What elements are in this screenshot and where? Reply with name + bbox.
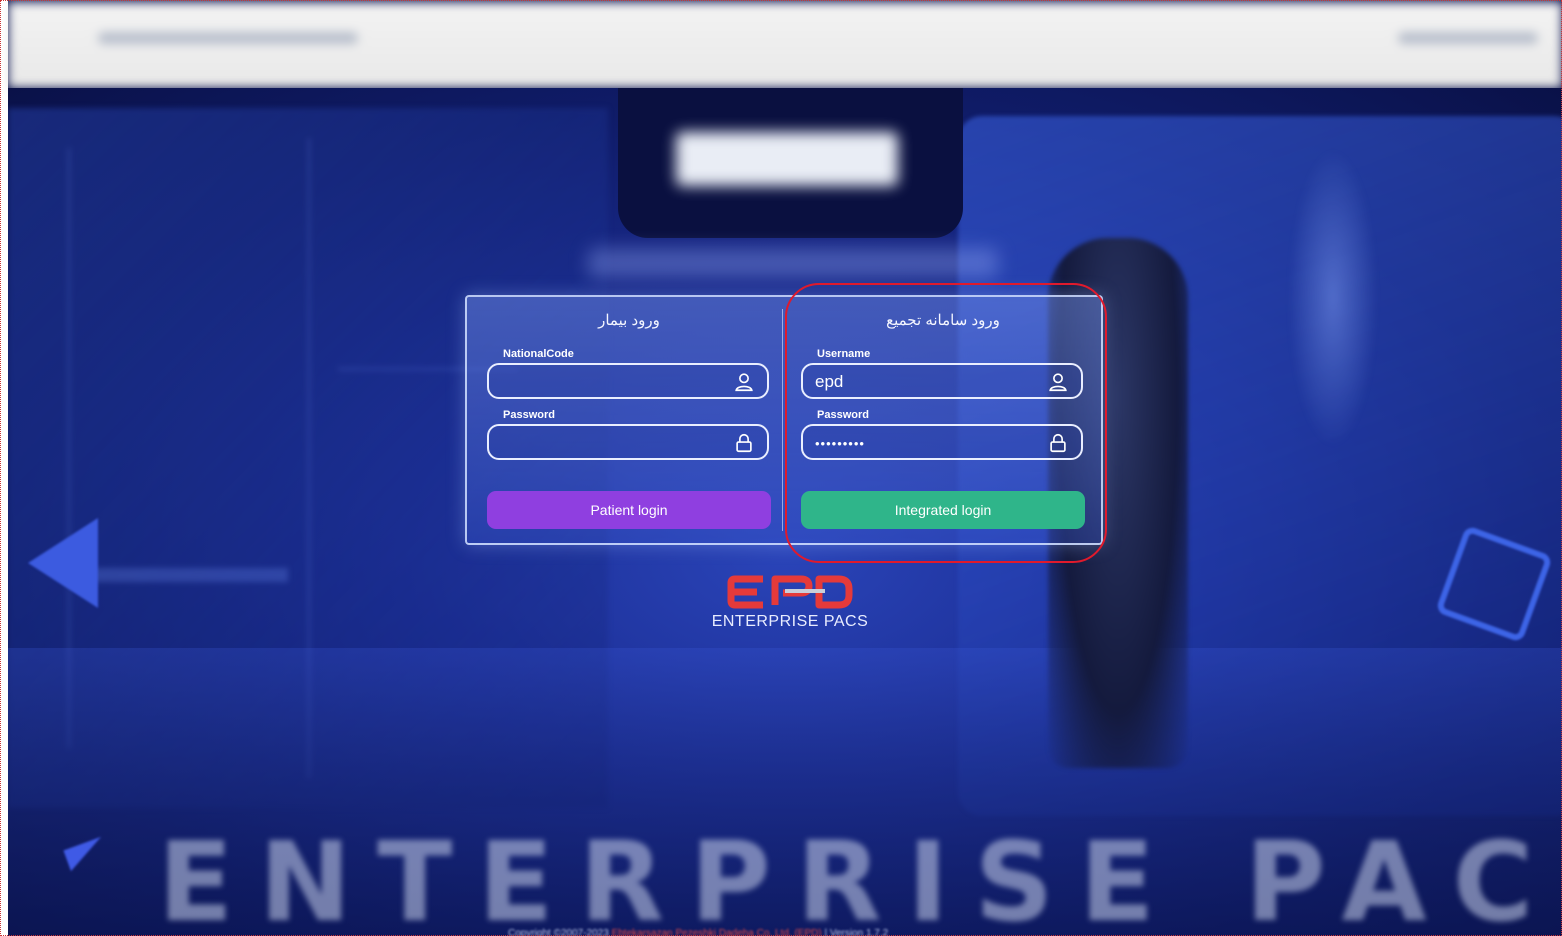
section-divider — [782, 309, 783, 531]
patient-password-label: Password — [503, 409, 555, 421]
anatomy-hologram — [1288, 148, 1378, 448]
brand-block: ENTERPRISE PACS — [700, 575, 880, 631]
integrated-password-field[interactable] — [801, 424, 1083, 460]
lock-icon — [736, 433, 752, 453]
user-icon — [1049, 373, 1067, 392]
brand-product-name: ENTERPRISE PACS — [711, 613, 869, 630]
patient-login-button[interactable]: Patient login — [487, 491, 771, 529]
copyright-company: Ebtekarsazan Pezeshki Dadeha Co. Ltd. (E… — [611, 928, 822, 936]
background-watermark: ENTERPRISE PACS — [158, 818, 1562, 936]
user-icon — [735, 373, 753, 392]
lock-icon — [1050, 433, 1066, 453]
national-code-field[interactable] — [487, 363, 769, 399]
browser-controls-blur — [1398, 32, 1538, 44]
patient-login-title: ورود بیمار — [598, 312, 660, 329]
copyright-version: | Version 1.7.2 — [824, 928, 889, 936]
browser-toolbar — [8, 2, 1562, 88]
page-margin — [0, 0, 8, 936]
username-label: Username — [817, 348, 871, 360]
integrated-login-section: ورود سامانه تجمیع Username Password Inte… — [799, 297, 1099, 547]
footer-copyright: Copyright ©2007-2023 Ebtekarsazan Pezesh… — [508, 928, 928, 936]
username-field[interactable] — [801, 363, 1083, 399]
integrated-password-input[interactable] — [813, 431, 1037, 455]
patient-login-section: ورود بیمار NationalCode Password Patient… — [485, 297, 785, 547]
decor-triangle-left — [28, 518, 98, 608]
patient-password-input[interactable] — [499, 431, 723, 455]
national-code-label: NationalCode — [503, 348, 574, 360]
browser-address-blur — [98, 32, 358, 44]
username-input[interactable] — [813, 370, 1037, 394]
integrated-login-button[interactable]: Integrated login — [801, 491, 1085, 529]
integrated-login-title: ورود سامانه تجمیع — [886, 312, 1000, 329]
patient-password-field[interactable] — [487, 424, 769, 460]
header-logo-blurred — [676, 132, 898, 186]
integrated-password-label: Password — [817, 409, 869, 421]
national-code-input[interactable] — [499, 370, 723, 394]
epd-logo-icon — [727, 575, 853, 609]
header-subtitle-blurred — [588, 248, 998, 278]
login-card: ورود بیمار NationalCode Password Patient… — [465, 295, 1103, 545]
copyright-prefix: Copyright ©2007-2023 — [508, 928, 609, 936]
